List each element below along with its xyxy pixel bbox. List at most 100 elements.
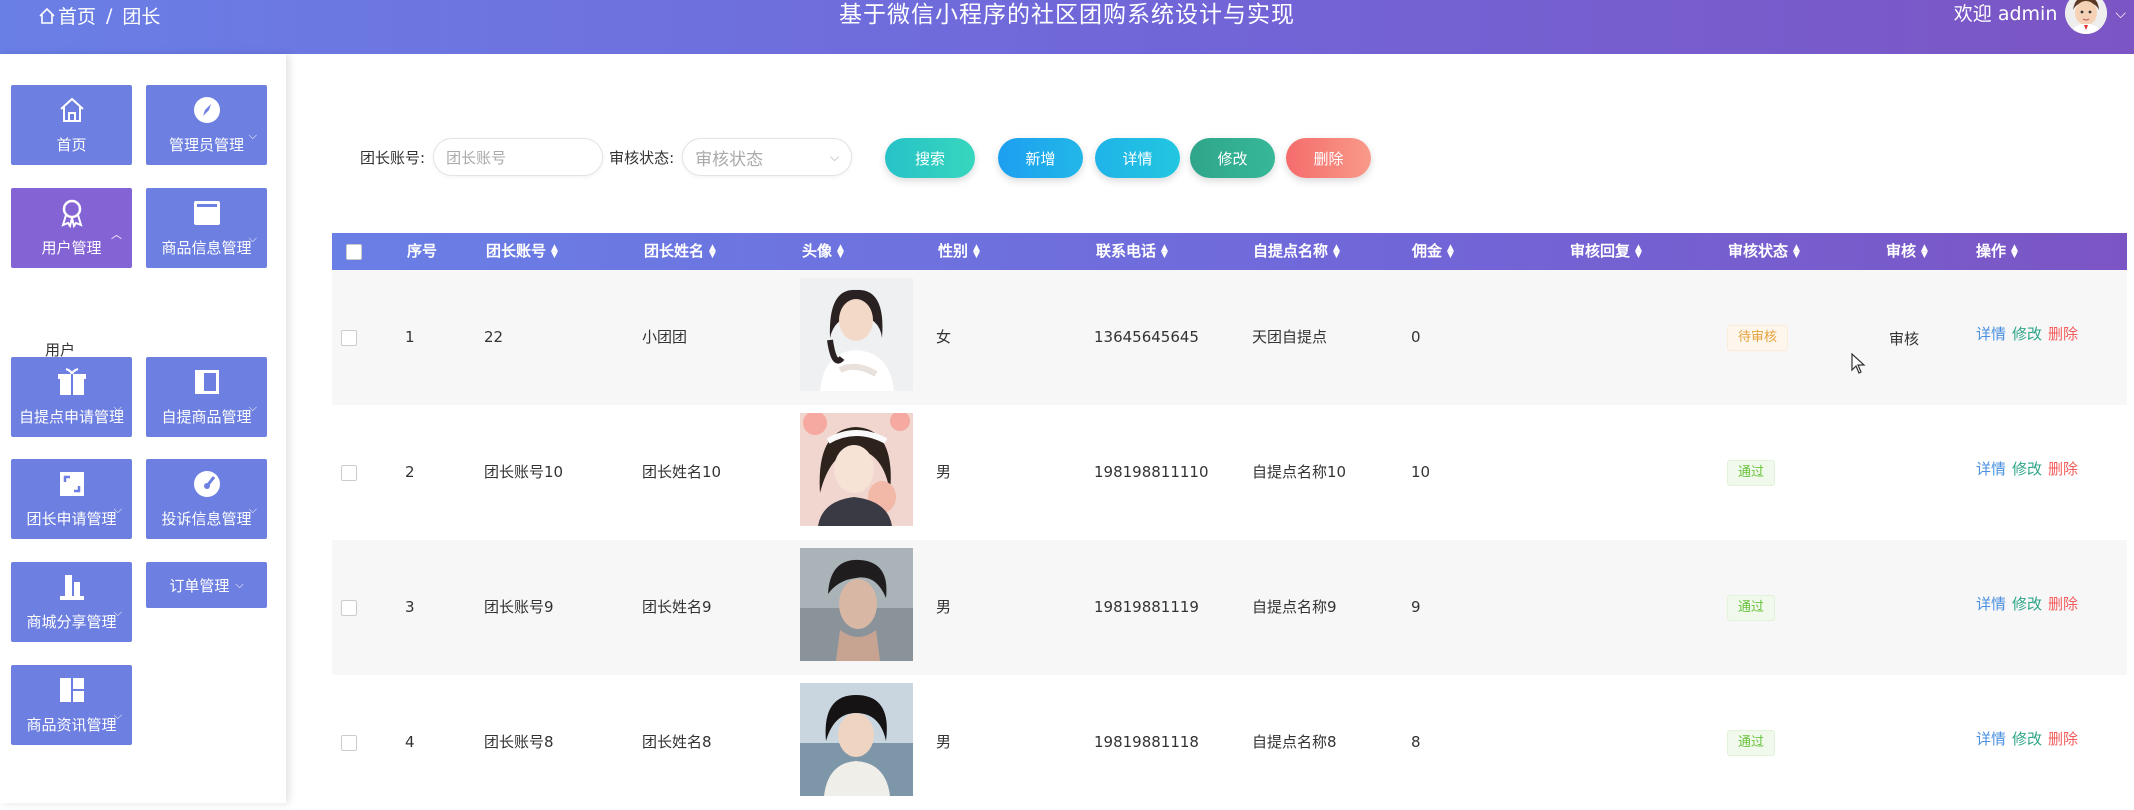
table-row[interactable]: 1 22 小团团 女 13645645645 天团自提点 0 待审核 审核 详情… (332, 270, 2127, 405)
expand-icon (56, 468, 88, 500)
sidebar-item-label: 管理员管理 (168, 136, 244, 154)
status-badge: 通过 (1727, 460, 1776, 486)
chevron-down-icon: ⌵ (113, 606, 122, 619)
edit-link[interactable]: 修改 (2012, 595, 2042, 613)
header-index: 序号 (407, 242, 438, 260)
sidebar-item-users[interactable]: 用户管理 ︿ (11, 188, 132, 268)
review-link[interactable]: 审核 (1889, 270, 1919, 409)
chevron-down-icon: ⌵ (830, 149, 840, 164)
header-commission[interactable]: 佣金 ▲ ▼ (1412, 233, 1454, 270)
sidebar-item-orders[interactable]: 订单管理 ⌵ (146, 562, 267, 608)
edit-link[interactable]: 修改 (2012, 730, 2042, 748)
header-avatar[interactable]: 头像 ▲ ▼ (802, 233, 844, 270)
sidebar-item-label: 首页 (56, 136, 87, 154)
header-review[interactable]: 审核 ▲ ▼ (1886, 233, 1928, 270)
box-icon (191, 197, 223, 229)
delete-link[interactable]: 删除 (2048, 325, 2078, 343)
cell-account: 22 (484, 328, 504, 346)
header-pickup-point[interactable]: 自提点名称 ▲ ▼ (1253, 233, 1340, 270)
sidebar-item-pickup-apply[interactable]: 自提点申请管理 ⌵ (11, 357, 132, 437)
sort-icon[interactable]: ▲ ▼ (1921, 243, 1928, 259)
sort-icon[interactable]: ▲ ▼ (1447, 243, 1454, 259)
header-label: 审核 (1886, 242, 1917, 260)
status-select[interactable]: 审核状态 ⌵ (682, 138, 853, 176)
user-menu[interactable]: 欢迎 admin ⌵ (1954, 0, 2126, 34)
layout-icon (56, 674, 88, 706)
sort-icon[interactable]: ▲ ▼ (2011, 243, 2018, 259)
status-select-placeholder: 审核状态 (695, 149, 764, 170)
edit-link[interactable]: 修改 (2012, 460, 2042, 478)
sort-icon[interactable]: ▲ ▼ (709, 243, 716, 259)
sidebar-item-goods-info[interactable]: 商品信息管理 ⌵ (146, 188, 267, 268)
select-all-checkbox[interactable] (346, 244, 362, 260)
table-row[interactable]: 4 团长账号8 团长姓名8 男 19819881118 自提点名称8 8 通过 … (332, 675, 2127, 810)
header-phone[interactable]: 联系电话 ▲ ▼ (1096, 233, 1168, 270)
row-checkbox[interactable] (341, 330, 357, 346)
cell-index: 3 (405, 598, 415, 616)
avatar[interactable] (2065, 0, 2108, 34)
table-row[interactable]: 3 团长账号9 团长姓名9 男 19819881119 自提点名称9 9 通过 … (332, 540, 2127, 675)
cell-pickup-point: 自提点名称10 (1252, 463, 1347, 481)
sidebar-item-label: 投诉信息管理 (161, 510, 252, 528)
sort-icon[interactable]: ▲ ▼ (1161, 243, 1168, 259)
header-gender[interactable]: 性别 ▲ ▼ (938, 233, 980, 270)
leader-table: 序号 团长账号 ▲ ▼ 团长姓名 ▲ ▼ 头像 ▲ ▼ 性别 ▲ ▼ 联系电话 ▲ ▼ 自提点名称 ▲… (332, 233, 2127, 810)
account-input[interactable]: 团长账号 (433, 138, 604, 176)
row-checkbox[interactable] (341, 600, 357, 616)
site-title: 基于微信小程序的社区团购系统设计与实现 (839, 2, 1295, 28)
sort-icon[interactable]: ▲ ▼ (1635, 243, 1642, 259)
sort-icon[interactable]: ▲ ▼ (837, 243, 844, 259)
row-checkbox[interactable] (341, 735, 357, 751)
account-label: 团长账号: (360, 148, 426, 167)
delete-link[interactable]: 删除 (2048, 730, 2078, 748)
sort-icon[interactable]: ▲ ▼ (551, 243, 558, 259)
avatar (800, 683, 913, 796)
cell-gender: 男 (936, 463, 952, 481)
sidebar-item-leader-apply[interactable]: 团长申请管理 ⌵ (11, 459, 132, 539)
compass-icon (191, 94, 223, 126)
sort-icon[interactable]: ▲ ▼ (1333, 243, 1340, 259)
edit-link[interactable]: 修改 (2012, 325, 2042, 343)
header-name[interactable]: 团长姓名 ▲ ▼ (644, 233, 716, 270)
table-row[interactable]: 2 团长账号10 团长姓名10 男 198198811110 自提点名称10 1… (332, 405, 2127, 540)
account-input-placeholder: 团长账号 (446, 148, 507, 167)
delete-link[interactable]: 删除 (2048, 460, 2078, 478)
panel-icon (191, 366, 223, 398)
sidebar-item-mall-share[interactable]: 商城分享管理 ⌵ (11, 562, 132, 642)
cell-phone: 198198811110 (1094, 463, 1209, 481)
chevron-down-icon[interactable]: ⌵ (2115, 0, 2126, 28)
sidebar-item-home[interactable]: 首页 (11, 85, 132, 165)
detail-link[interactable]: 详情 (1976, 460, 2006, 478)
cell-name: 小团团 (642, 328, 688, 346)
edit-button[interactable]: 修改 (1190, 138, 1275, 178)
sort-icon[interactable]: ▲ ▼ (973, 243, 980, 259)
table-header: 序号 团长账号 ▲ ▼ 团长姓名 ▲ ▼ 头像 ▲ ▼ 性别 ▲ ▼ 联系电话 ▲ ▼ 自提点名称 ▲… (332, 233, 2127, 270)
detail-link[interactable]: 详情 (1976, 730, 2006, 748)
header-account[interactable]: 团长账号 ▲ ▼ (486, 233, 558, 270)
header-review-status[interactable]: 审核状态 ▲ ▼ (1728, 233, 1800, 270)
detail-button[interactable]: 详情 (1095, 138, 1180, 178)
cell-commission: 8 (1411, 733, 1421, 751)
search-button[interactable]: 搜索 (885, 138, 975, 178)
avatar (800, 413, 913, 526)
detail-link[interactable]: 详情 (1976, 325, 2006, 343)
delete-button[interactable]: 删除 (1286, 138, 1371, 178)
sidebar-item-complaints[interactable]: 投诉信息管理 ⌵ (146, 459, 267, 539)
cell-name: 团长姓名10 (642, 463, 722, 481)
chevron-down-icon: ⌵ (248, 232, 257, 245)
add-button[interactable]: 新增 (998, 138, 1083, 178)
row-checkbox[interactable] (341, 465, 357, 481)
top-header: 首页 / 团长 基于微信小程序的社区团购系统设计与实现 欢迎 admin ⌵ (0, 0, 2134, 54)
delete-link[interactable]: 删除 (2048, 595, 2078, 613)
cell-account: 团长账号9 (484, 598, 554, 616)
sidebar-item-goods-news[interactable]: 商品资讯管理 ⌵ (11, 665, 132, 745)
sort-icon[interactable]: ▲ ▼ (1793, 243, 1800, 259)
header-actions[interactable]: 操作 ▲ ▼ (1976, 233, 2018, 270)
header-review-reply[interactable]: 审核回复 ▲ ▼ (1570, 233, 1642, 270)
sidebar-item-admin[interactable]: 管理员管理 ⌵ (146, 85, 267, 165)
detail-link[interactable]: 详情 (1976, 595, 2006, 613)
sidebar-item-pickup-goods[interactable]: 自提商品管理 ⌵ (146, 357, 267, 437)
chevron-down-icon: ⌵ (248, 401, 257, 414)
cell-pickup-point: 自提点名称9 (1252, 598, 1337, 616)
sidebar: 首页 管理员管理 ⌵ 用户管理 ︿ 商品信息管理 ⌵ 用户 团长 自提点申请管理… (0, 54, 286, 803)
